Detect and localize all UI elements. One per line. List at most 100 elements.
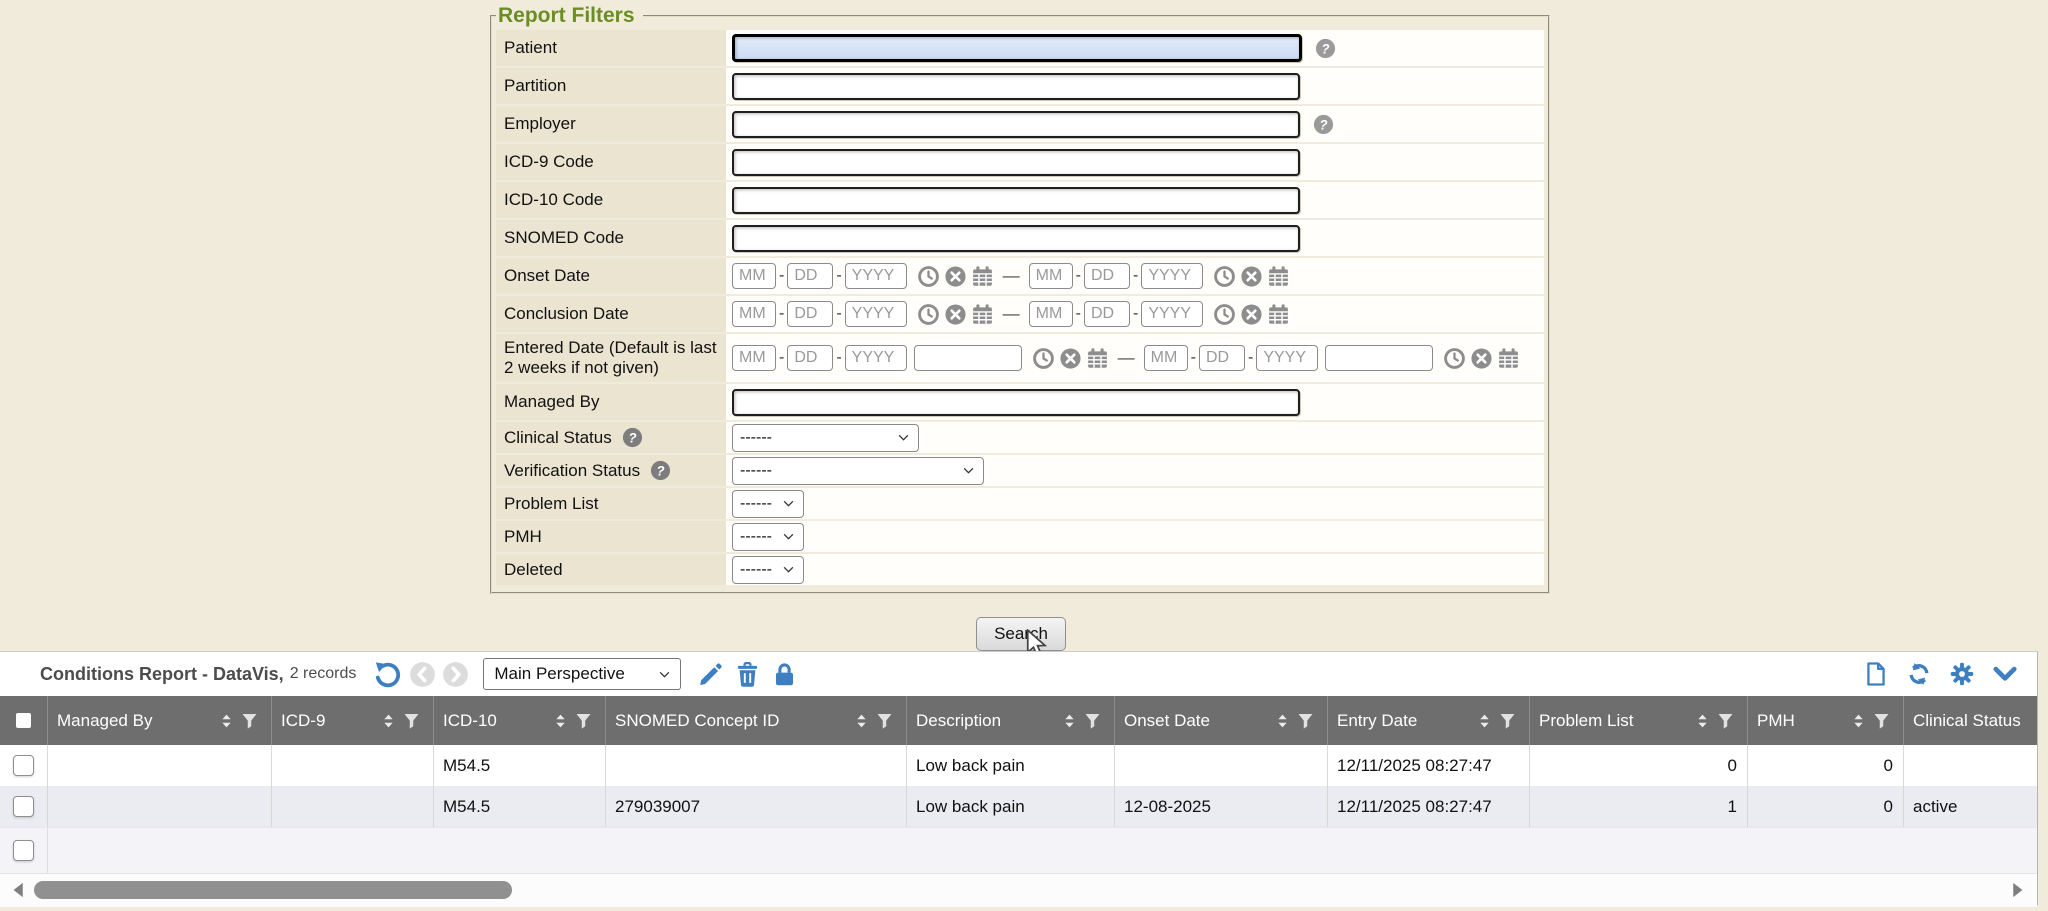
problem-list-select[interactable]: ------: [732, 490, 804, 518]
clear-icon[interactable]: [1240, 303, 1263, 326]
filter-funnel-icon[interactable]: [240, 711, 259, 730]
managed-by-input[interactable]: [732, 389, 1300, 416]
verification-status-select[interactable]: ------: [732, 457, 984, 485]
entered-date-end-year-input[interactable]: [1256, 345, 1318, 371]
snomed-code-input[interactable]: [732, 225, 1300, 252]
onset-date-start-month-input[interactable]: [732, 263, 776, 289]
help-icon[interactable]: ?: [621, 426, 644, 449]
help-icon[interactable]: ?: [1314, 37, 1337, 60]
pmh-select[interactable]: ------: [732, 523, 804, 551]
scroll-left-arrow-icon[interactable]: [9, 880, 29, 900]
next-icon[interactable]: [442, 661, 469, 688]
sort-icon[interactable]: [552, 712, 569, 730]
entered-date-start-day-input[interactable]: [787, 345, 833, 371]
filter-funnel-icon[interactable]: [574, 711, 593, 730]
search-button[interactable]: Search: [976, 617, 1066, 651]
clock-icon[interactable]: [1213, 303, 1236, 326]
sort-icon[interactable]: [218, 712, 235, 730]
horizontal-scrollbar[interactable]: [0, 873, 2037, 907]
row-checkbox[interactable]: [13, 755, 34, 776]
sort-icon[interactable]: [1850, 712, 1867, 730]
previous-icon[interactable]: [409, 661, 436, 688]
clock-icon[interactable]: [1213, 265, 1236, 288]
column-header-entry_date[interactable]: Entry Date: [1327, 696, 1529, 745]
sort-icon[interactable]: [1274, 712, 1291, 730]
deleted-select[interactable]: ------: [732, 556, 804, 584]
conclusion-date-start-year-input[interactable]: [845, 301, 907, 327]
filter-funnel-icon[interactable]: [1083, 711, 1102, 730]
refresh-icon[interactable]: [1906, 661, 1932, 687]
clock-icon[interactable]: [917, 303, 940, 326]
filter-funnel-icon[interactable]: [875, 711, 894, 730]
filter-funnel-icon[interactable]: [1716, 711, 1735, 730]
onset-date-start-year-input[interactable]: [845, 263, 907, 289]
sort-icon[interactable]: [380, 712, 397, 730]
column-header-onset_date[interactable]: Onset Date: [1114, 696, 1327, 745]
filter-funnel-icon[interactable]: [1296, 711, 1315, 730]
column-header-clinical_status[interactable]: Clinical Status: [1903, 696, 2037, 745]
clock-icon[interactable]: [917, 265, 940, 288]
sort-icon[interactable]: [853, 712, 870, 730]
entered-date-start-year-input[interactable]: [845, 345, 907, 371]
clear-icon[interactable]: [944, 303, 967, 326]
calendar-icon[interactable]: [1267, 303, 1290, 326]
clear-icon[interactable]: [1059, 347, 1082, 370]
column-header-snomed[interactable]: SNOMED Concept ID: [605, 696, 906, 745]
sort-icon[interactable]: [1476, 712, 1493, 730]
onset-date-start-day-input[interactable]: [787, 263, 833, 289]
column-header-pmh[interactable]: PMH: [1747, 696, 1903, 745]
column-header-description[interactable]: Description: [906, 696, 1114, 745]
entered-date-end-time-input[interactable]: [1325, 345, 1433, 371]
calendar-icon[interactable]: [1497, 347, 1520, 370]
undo-icon[interactable]: [374, 661, 401, 688]
row-checkbox[interactable]: [13, 840, 34, 861]
delete-trash-icon[interactable]: [734, 661, 761, 688]
conclusion-date-start-month-input[interactable]: [732, 301, 776, 327]
partition-input[interactable]: [732, 73, 1300, 100]
employer-input[interactable]: [732, 111, 1300, 138]
calendar-icon[interactable]: [1267, 265, 1290, 288]
filter-funnel-icon[interactable]: [402, 711, 421, 730]
new-document-icon[interactable]: [1863, 661, 1889, 687]
conclusion-date-end-year-input[interactable]: [1141, 301, 1203, 327]
sort-icon[interactable]: [1061, 712, 1078, 730]
onset-date-end-year-input[interactable]: [1141, 263, 1203, 289]
calendar-icon[interactable]: [1086, 347, 1109, 370]
perspective-select[interactable]: Main Perspective: [483, 658, 681, 690]
row-checkbox[interactable]: [13, 796, 34, 817]
scrollbar-thumb[interactable]: [34, 881, 512, 899]
sort-icon[interactable]: [1694, 712, 1711, 730]
column-header-managed_by[interactable]: Managed By: [47, 696, 271, 745]
select-all-checkbox[interactable]: [16, 713, 31, 728]
help-icon[interactable]: ?: [1312, 113, 1335, 136]
filter-funnel-icon[interactable]: [1498, 711, 1517, 730]
entered-date-start-month-input[interactable]: [732, 345, 776, 371]
column-header-icd9[interactable]: ICD-9: [271, 696, 433, 745]
entered-date-end-month-input[interactable]: [1144, 345, 1188, 371]
scroll-right-arrow-icon[interactable]: [2007, 880, 2027, 900]
settings-gear-icon[interactable]: [1949, 661, 1975, 687]
help-icon[interactable]: ?: [649, 459, 672, 482]
filter-funnel-icon[interactable]: [1872, 711, 1891, 730]
collapse-chevron-icon[interactable]: [1992, 661, 2018, 687]
lock-icon[interactable]: [771, 661, 798, 688]
calendar-icon[interactable]: [971, 303, 994, 326]
clear-icon[interactable]: [1240, 265, 1263, 288]
onset-date-end-day-input[interactable]: [1084, 263, 1130, 289]
column-header-problem_list[interactable]: Problem List: [1529, 696, 1747, 745]
clear-icon[interactable]: [944, 265, 967, 288]
patient-input[interactable]: [732, 34, 1302, 62]
icd9-code-input[interactable]: [732, 149, 1300, 176]
clock-icon[interactable]: [1443, 347, 1466, 370]
conclusion-date-end-month-input[interactable]: [1029, 301, 1073, 327]
onset-date-end-month-input[interactable]: [1029, 263, 1073, 289]
clinical-status-select[interactable]: ------: [732, 424, 919, 452]
select-all-column-header[interactable]: [0, 696, 47, 745]
column-header-icd10[interactable]: ICD-10: [433, 696, 605, 745]
clock-icon[interactable]: [1032, 347, 1055, 370]
conclusion-date-end-day-input[interactable]: [1084, 301, 1130, 327]
entered-date-end-day-input[interactable]: [1199, 345, 1245, 371]
edit-pencil-icon[interactable]: [697, 661, 724, 688]
calendar-icon[interactable]: [971, 265, 994, 288]
icd10-code-input[interactable]: [732, 187, 1300, 214]
